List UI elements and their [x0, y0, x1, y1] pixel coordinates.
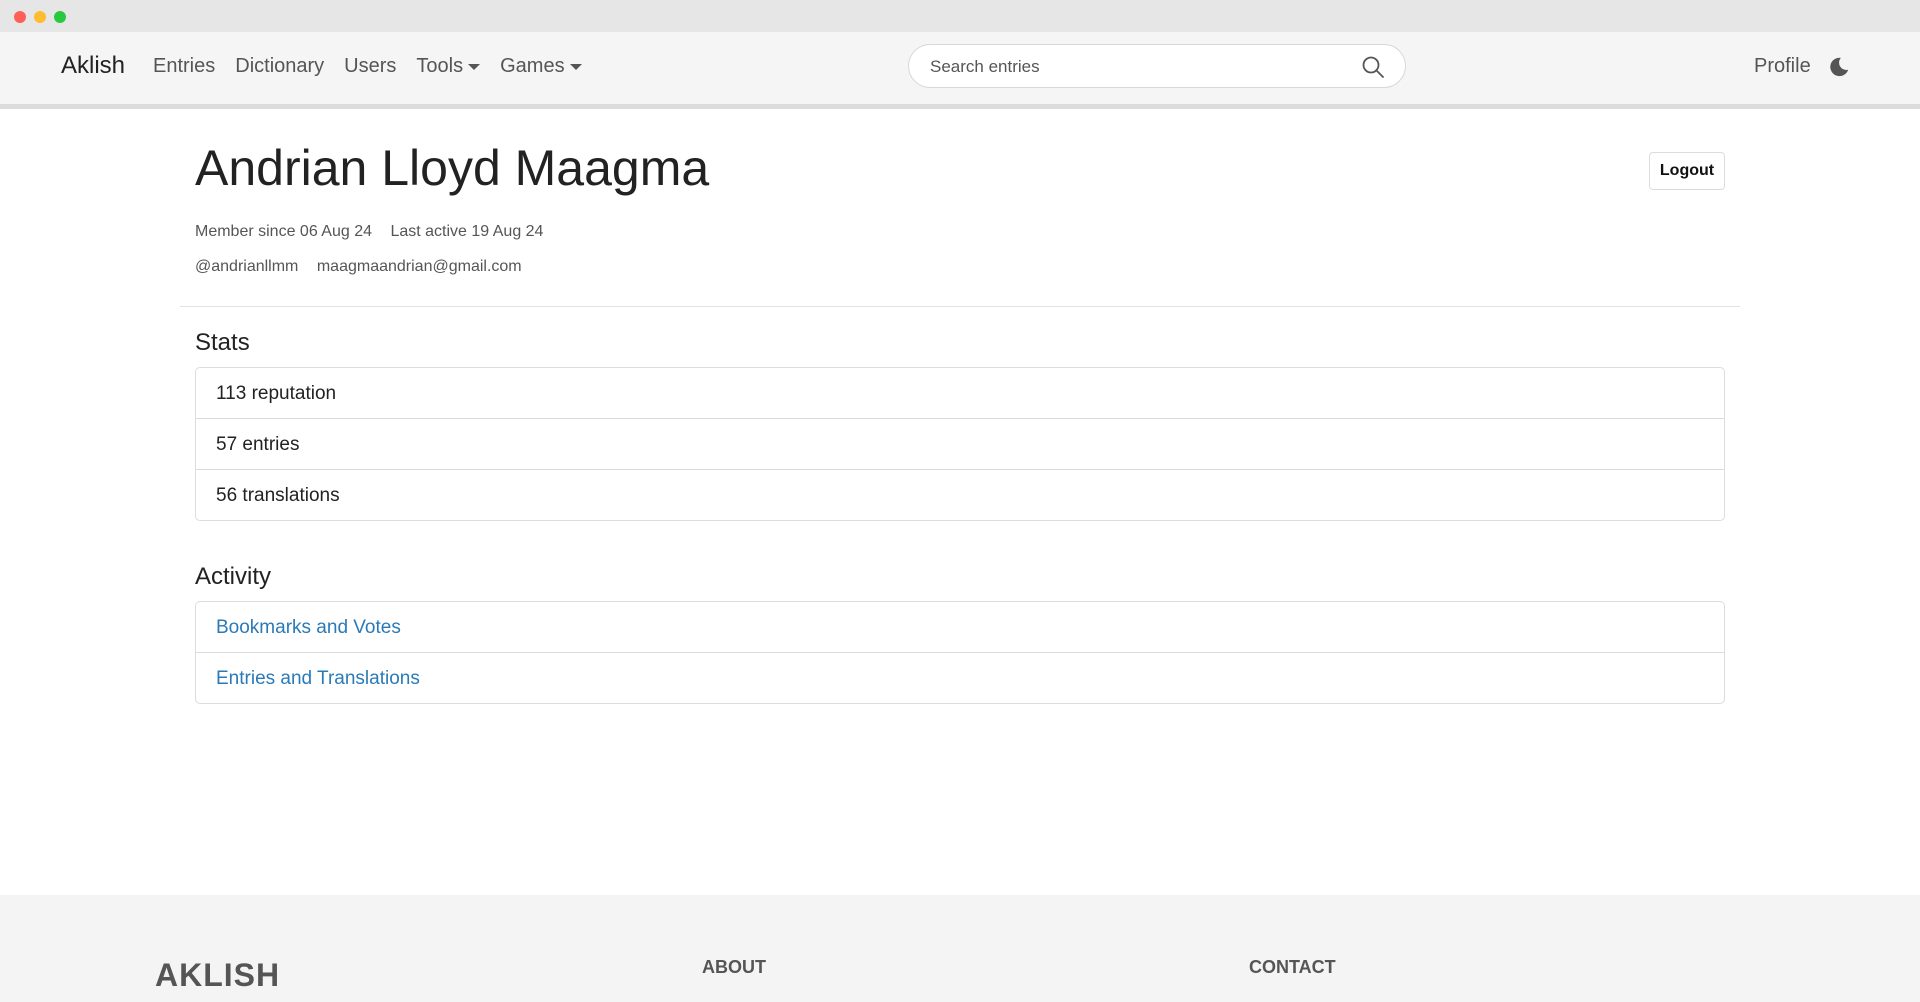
footer: AKLISH ABOUT CONTACT: [0, 895, 1920, 1002]
stats-heading: Stats: [195, 329, 250, 356]
contact-info: @andrianllmm maagmaandrian@gmail.com: [195, 258, 536, 276]
member-since: Member since 06 Aug 24: [195, 223, 372, 240]
stat-translations: 56 translations: [216, 485, 340, 506]
nav-links: Entries Dictionary Users Tools Games: [153, 55, 602, 78]
stat-entries: 57 entries: [196, 419, 1724, 470]
footer-about-heading: ABOUT: [702, 957, 766, 977]
nav-link-users[interactable]: Users: [344, 55, 396, 78]
moon-icon[interactable]: [1828, 56, 1850, 78]
logout-button[interactable]: Logout: [1649, 152, 1725, 190]
membership-info: Member since 06 Aug 24 Last active 19 Au…: [195, 223, 557, 241]
activity-list: Bookmarks and Votes Entries and Translat…: [195, 601, 1725, 704]
search-bar: [908, 44, 1406, 88]
stats-list: 113 reputation 57 entries 56 translation…: [195, 367, 1725, 521]
nav-link-profile[interactable]: Profile: [1754, 55, 1811, 78]
search-icon[interactable]: [1361, 55, 1385, 79]
activity-heading: Activity: [195, 563, 272, 590]
nav-dropdown-games[interactable]: Games: [500, 55, 582, 78]
brand-logo[interactable]: Aklish: [61, 52, 125, 80]
caret-down-icon: [468, 63, 481, 70]
footer-contact-heading: CONTACT: [1249, 957, 1336, 977]
top-navbar: Aklish Entries Dictionary Users Tools Ga…: [0, 32, 1920, 109]
bookmarks-and-votes-link[interactable]: Bookmarks and Votes: [196, 602, 1724, 653]
maximize-window-button[interactable]: [54, 11, 66, 23]
nav-link-dictionary[interactable]: Dictionary: [235, 55, 324, 78]
divider: [180, 306, 1740, 307]
page-title: Andrian Lloyd Maagma: [195, 140, 710, 196]
entries-and-translations-link[interactable]: Entries and Translations: [196, 653, 1724, 703]
nav-dropdown-tools-label: Tools: [416, 55, 464, 77]
footer-brand: AKLISH: [155, 957, 281, 993]
stat-reputation: 113 reputation: [196, 368, 1724, 419]
minimize-window-button[interactable]: [34, 11, 46, 23]
window-titlebar: [0, 0, 1920, 32]
search-input[interactable]: [928, 55, 1352, 79]
username: @andrianllmm: [195, 258, 299, 275]
last-active: Last active 19 Aug 24: [390, 223, 544, 240]
nav-dropdown-tools[interactable]: Tools: [416, 55, 481, 78]
email: maagmaandrian@gmail.com: [316, 258, 522, 275]
close-window-button[interactable]: [14, 11, 26, 23]
caret-down-icon: [569, 63, 582, 70]
nav-link-entries[interactable]: Entries: [153, 55, 215, 78]
nav-dropdown-games-label: Games: [500, 55, 565, 77]
